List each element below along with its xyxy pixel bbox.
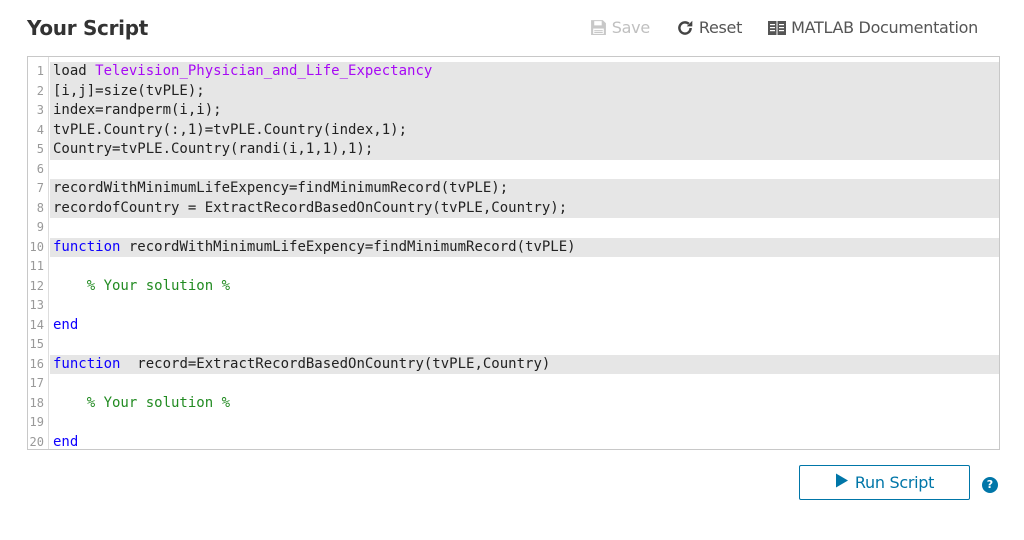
script-header: Your Script Save Reset MATLAB Documentat… [27, 14, 1000, 46]
line-number: 18 [29, 395, 44, 410]
book-icon [768, 20, 787, 36]
line-code[interactable]: index=randperm(i,i); [50, 101, 999, 121]
line-code[interactable]: Country=tvPLE.Country(randi(i,1,1),1); [50, 140, 999, 160]
code-line[interactable]: 1 load Television_Physician_and_Life_Expe… [28, 62, 999, 82]
line-code[interactable]: function recordWithMinimumLifeExpency=fi… [50, 237, 999, 257]
toolbar: Save Reset MATLAB Documentation [590, 18, 978, 37]
line-code[interactable]: load Television_Physician_and_Life_Expec… [50, 62, 999, 82]
line-number: 1 [36, 64, 44, 78]
code-token: load [53, 63, 96, 79]
code-line[interactable]: 3 index=randperm(i,i); [28, 101, 999, 121]
line-number: 16 [29, 356, 44, 371]
code-line[interactable]: 7 recordWithMinimumLifeExpency=findMinimu… [28, 179, 999, 199]
line-code[interactable]: recordofCountry = ExtractRecordBasedOnCo… [50, 198, 999, 218]
code-token: recordWithMinimumLifeExpency=findMinimum… [120, 238, 576, 255]
line-code[interactable]: % Your solution % [50, 394, 999, 414]
code-line[interactable]: 2 [i,j]=size(tvPLE); [28, 81, 999, 101]
code-line[interactable]: 5 Country=tvPLE.Country(randi(i,1,1),1); [28, 140, 999, 160]
keyword-token: end [53, 316, 79, 333]
run-script-label: Run Script [854, 473, 935, 492]
line-number: 2 [36, 83, 44, 98]
code-line[interactable]: 17 [28, 374, 999, 394]
code-line[interactable]: 10 function recordWithMinimumLifeExpency=… [28, 237, 999, 257]
line-code[interactable]: end [50, 433, 999, 450]
line-code[interactable]: recordWithMinimumLifeExpency=findMinimum… [50, 179, 999, 199]
code-line[interactable]: 6 [28, 160, 999, 180]
string-token: Television_Physician_and_Life_Expectancy [95, 63, 433, 79]
line-number: 14 [29, 317, 44, 332]
code-line[interactable]: 12 % Your solution % [28, 277, 999, 297]
line-code[interactable] [50, 296, 999, 316]
line-code[interactable] [50, 218, 999, 238]
code-token: recordofCountry = ExtractRecordBasedOnCo… [53, 199, 568, 216]
code-line[interactable]: 4 tvPLE.Country(:,1)=tvPLE.Country(index,… [28, 120, 999, 140]
code-line[interactable]: 19 [28, 413, 999, 433]
refresh-icon [676, 19, 694, 37]
line-code[interactable] [50, 257, 999, 277]
keyword-token: end [53, 433, 79, 450]
line-number: 6 [36, 161, 44, 176]
line-code[interactable]: [i,j]=size(tvPLE); [50, 81, 999, 101]
code-line[interactable]: 13 [28, 296, 999, 316]
code-line[interactable]: 18 % Your solution % [28, 394, 999, 414]
comment-token: % Your solution % [53, 277, 231, 294]
line-number: 9 [36, 220, 44, 234]
code-token: index=randperm(i,i); [53, 102, 222, 118]
code-line[interactable]: 11 [28, 257, 999, 277]
help-icon[interactable]: ? [982, 477, 998, 493]
reset-label: Reset [698, 18, 743, 37]
floppy-disk-icon [590, 19, 607, 36]
documentation-label: MATLAB Documentation [791, 18, 978, 37]
line-number: 7 [36, 181, 44, 195]
keyword-token: function [53, 355, 121, 372]
page-title: Your Script [27, 16, 149, 40]
code-editor[interactable]: 1 load Television_Physician_and_Life_Expe… [27, 56, 1000, 450]
code-token: [i,j]=size(tvPLE); [53, 82, 205, 99]
matlab-documentation-link[interactable]: MATLAB Documentation [768, 18, 978, 37]
code-token: tvPLE.Country(:,1)=tvPLE.Country(index,1… [53, 121, 408, 138]
code-token: recordWithMinimumLifeExpency=findMinimum… [53, 180, 509, 196]
code-line[interactable]: 9 [28, 218, 999, 238]
line-number: 5 [36, 142, 44, 156]
line-code[interactable] [50, 413, 999, 433]
run-script-button[interactable]: Run Script [799, 465, 970, 500]
line-number: 19 [29, 415, 44, 429]
line-code[interactable] [50, 374, 999, 394]
code-token: Country=tvPLE.Country(randi(i,1,1),1); [53, 141, 374, 157]
code-token: record=ExtractRecordBasedOnCountry(tvPLE… [120, 355, 551, 372]
save-button[interactable]: Save [590, 18, 650, 37]
line-code[interactable] [50, 335, 999, 355]
code-line[interactable]: 16 function record=ExtractRecordBasedOnCo… [28, 354, 999, 374]
line-number: 10 [29, 239, 44, 254]
line-code[interactable]: tvPLE.Country(:,1)=tvPLE.Country(index,1… [50, 120, 999, 140]
code-line[interactable]: 8 recordofCountry = ExtractRecordBasedOnC… [28, 198, 999, 218]
code-line[interactable]: 20 end [28, 433, 999, 450]
line-number: 13 [29, 298, 44, 312]
line-number: 20 [29, 434, 44, 449]
code-lines[interactable]: 1 load Television_Physician_and_Life_Expe… [28, 62, 999, 450]
line-number: 3 [36, 103, 44, 117]
code-line[interactable]: 15 [28, 335, 999, 355]
line-number: 4 [36, 122, 44, 137]
reset-button[interactable]: Reset [676, 18, 742, 37]
line-number: 12 [29, 278, 44, 293]
line-number: 15 [29, 337, 44, 351]
line-code[interactable]: end [50, 316, 999, 336]
save-label: Save [611, 18, 650, 37]
line-code[interactable]: function record=ExtractRecordBasedOnCoun… [50, 354, 999, 374]
code-line[interactable]: 14 end [28, 316, 999, 336]
line-code[interactable] [50, 160, 999, 180]
keyword-token: function [53, 238, 121, 255]
line-number: 17 [29, 376, 44, 390]
line-number: 11 [29, 259, 44, 273]
line-code[interactable]: % Your solution % [50, 277, 999, 297]
line-number: 8 [36, 200, 44, 215]
play-icon [835, 473, 849, 492]
comment-token: % Your solution % [53, 394, 231, 411]
